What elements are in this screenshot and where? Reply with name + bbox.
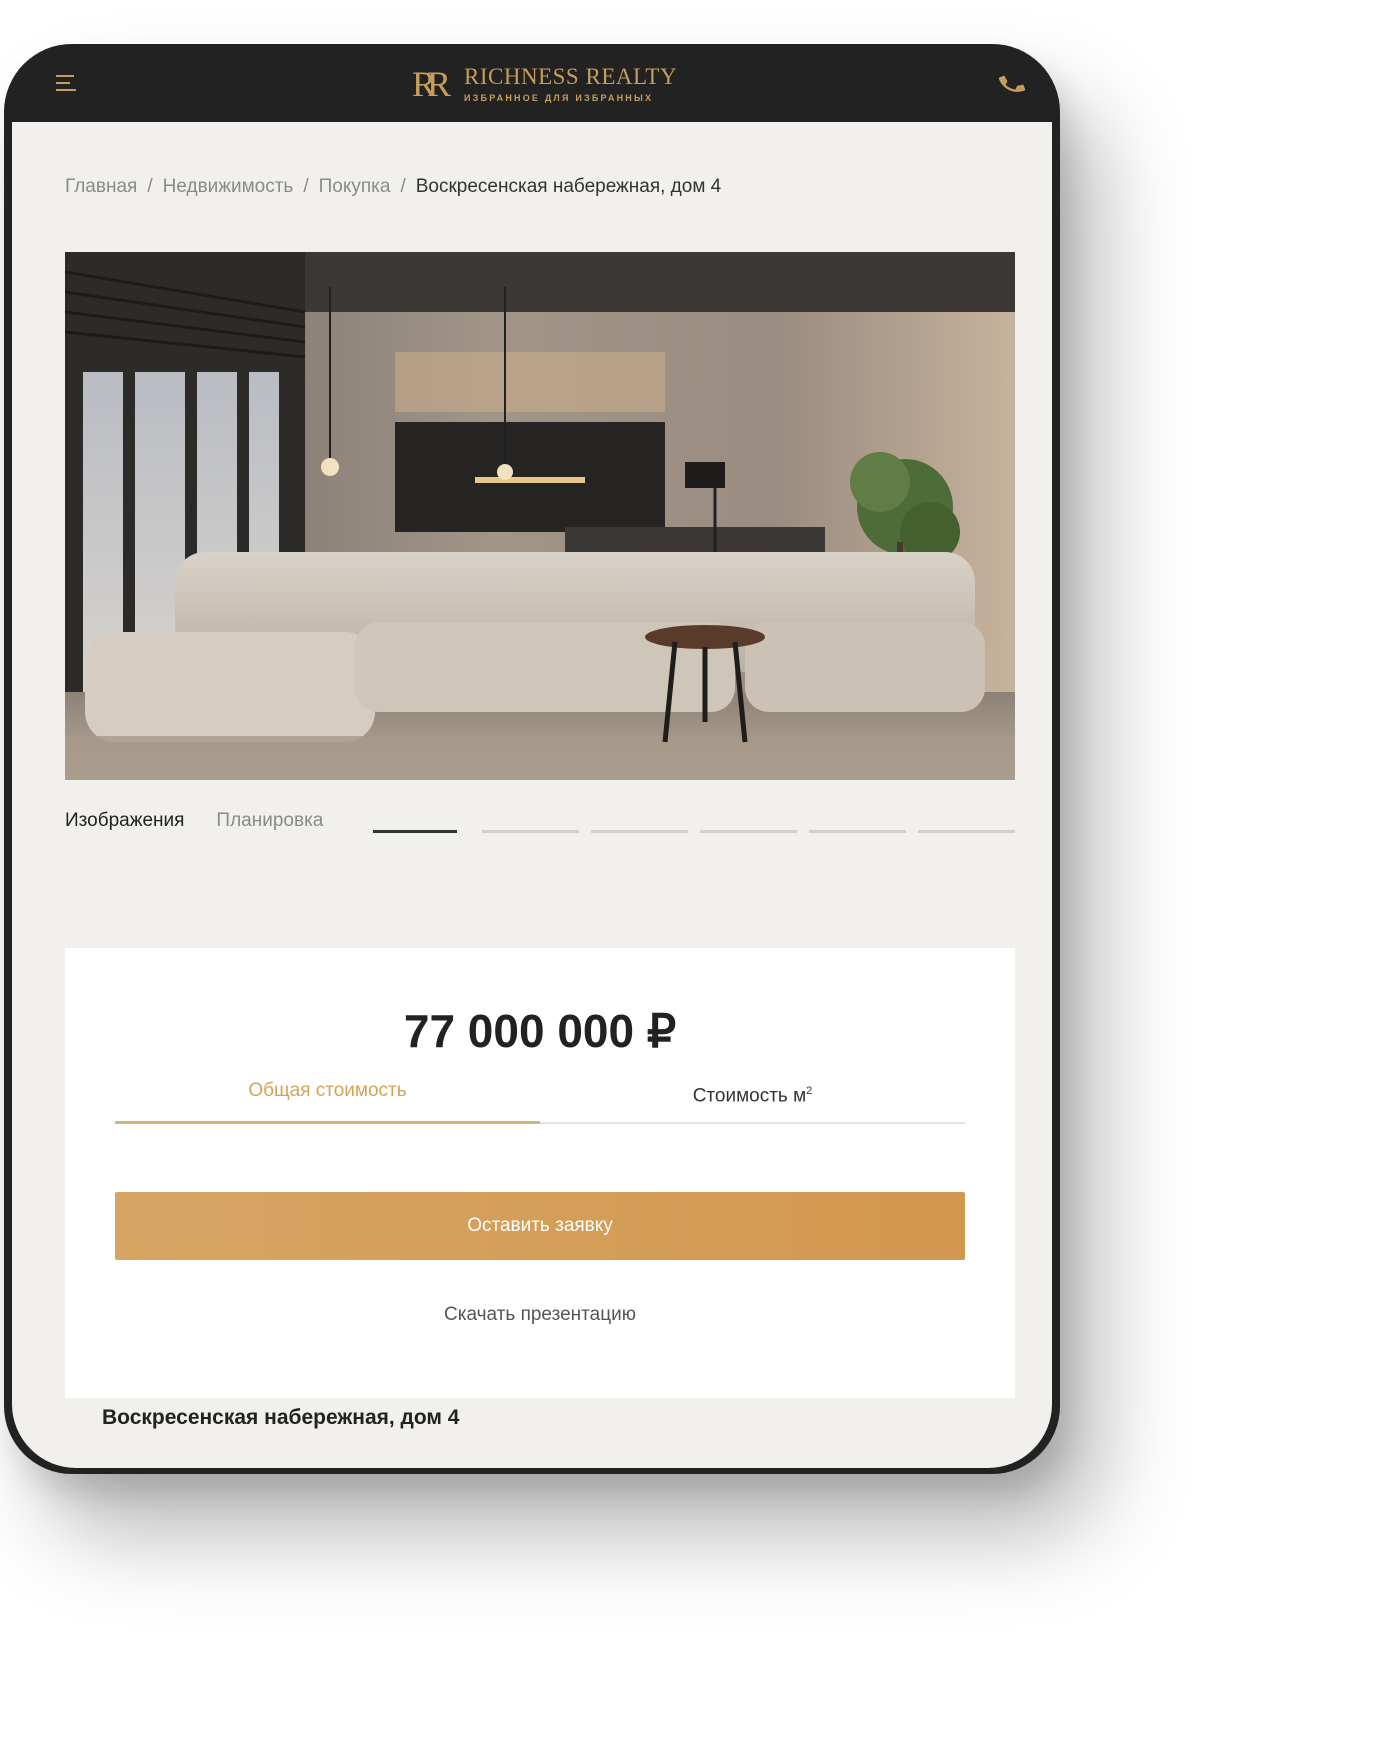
price-value: 77 000 000 ₽: [403, 1005, 677, 1057]
hamburger-menu-icon[interactable]: [56, 75, 78, 93]
brand-tagline: ИЗБРАННОЕ ДЛЯ ИЗБРАННЫХ: [464, 93, 654, 103]
slide-indicator[interactable]: [591, 830, 688, 833]
section-title: Воскресенская набережная, дом 4: [102, 1406, 460, 1429]
sqm-superscript: 2: [806, 1085, 813, 1097]
tablet-device-frame: RR RICHNESS REALTY ИЗБРАННОЕ ДЛЯ ИЗБРАНН…: [4, 44, 1060, 1474]
price-tabs: Общая стоимость Стоимость м2: [115, 1078, 965, 1124]
brand-name: RICHNESS REALTY: [464, 64, 678, 89]
download-presentation-link[interactable]: Скачать презентацию: [65, 1304, 1015, 1326]
breadcrumb-realty[interactable]: Недвижимость: [163, 176, 294, 198]
gallery-tabs: Изображения Планировка: [65, 810, 323, 832]
slide-indicator[interactable]: [918, 830, 1015, 833]
breadcrumb-separator: /: [147, 176, 153, 197]
tab-total-price[interactable]: Общая стоимость: [115, 1078, 540, 1124]
price-card: 77 000 000 ₽ Общая стоимость Стоимость м…: [65, 948, 1015, 1398]
tab-images[interactable]: Изображения: [65, 810, 184, 832]
slide-indicator[interactable]: [700, 830, 797, 833]
phone-icon[interactable]: [998, 70, 1026, 98]
breadcrumb-home[interactable]: Главная: [65, 176, 137, 198]
tab-floorplan[interactable]: Планировка: [216, 810, 323, 832]
breadcrumb-purchase[interactable]: Покупка: [319, 176, 391, 198]
brand-logo[interactable]: RR RICHNESS REALTY ИЗБРАННОЕ ДЛЯ ИЗБРАНН…: [412, 60, 677, 108]
breadcrumb-separator: /: [303, 176, 309, 197]
top-header: RR RICHNESS REALTY ИЗБРАННОЕ ДЛЯ ИЗБРАНН…: [12, 44, 1052, 122]
breadcrumb-separator: /: [400, 176, 406, 197]
submit-request-button[interactable]: Оставить заявку: [115, 1192, 965, 1260]
slide-indicators: [373, 830, 1027, 833]
slide-indicator[interactable]: [482, 830, 579, 833]
tab-price-per-sqm[interactable]: Стоимость м2: [540, 1078, 965, 1122]
tab-price-per-sqm-label: Стоимость м: [692, 1085, 807, 1107]
breadcrumb-current: Воскресенская набережная, дом 4: [415, 176, 722, 197]
slide-indicator[interactable]: [809, 830, 906, 833]
breadcrumb: Главная / Недвижимость / Покупка / Воскр…: [65, 176, 721, 198]
logo-monogram: RR: [412, 64, 451, 104]
property-photo[interactable]: [65, 252, 1015, 780]
slide-indicator-active[interactable]: [373, 830, 457, 833]
screen: RR RICHNESS REALTY ИЗБРАННОЕ ДЛЯ ИЗБРАНН…: [12, 44, 1052, 1468]
